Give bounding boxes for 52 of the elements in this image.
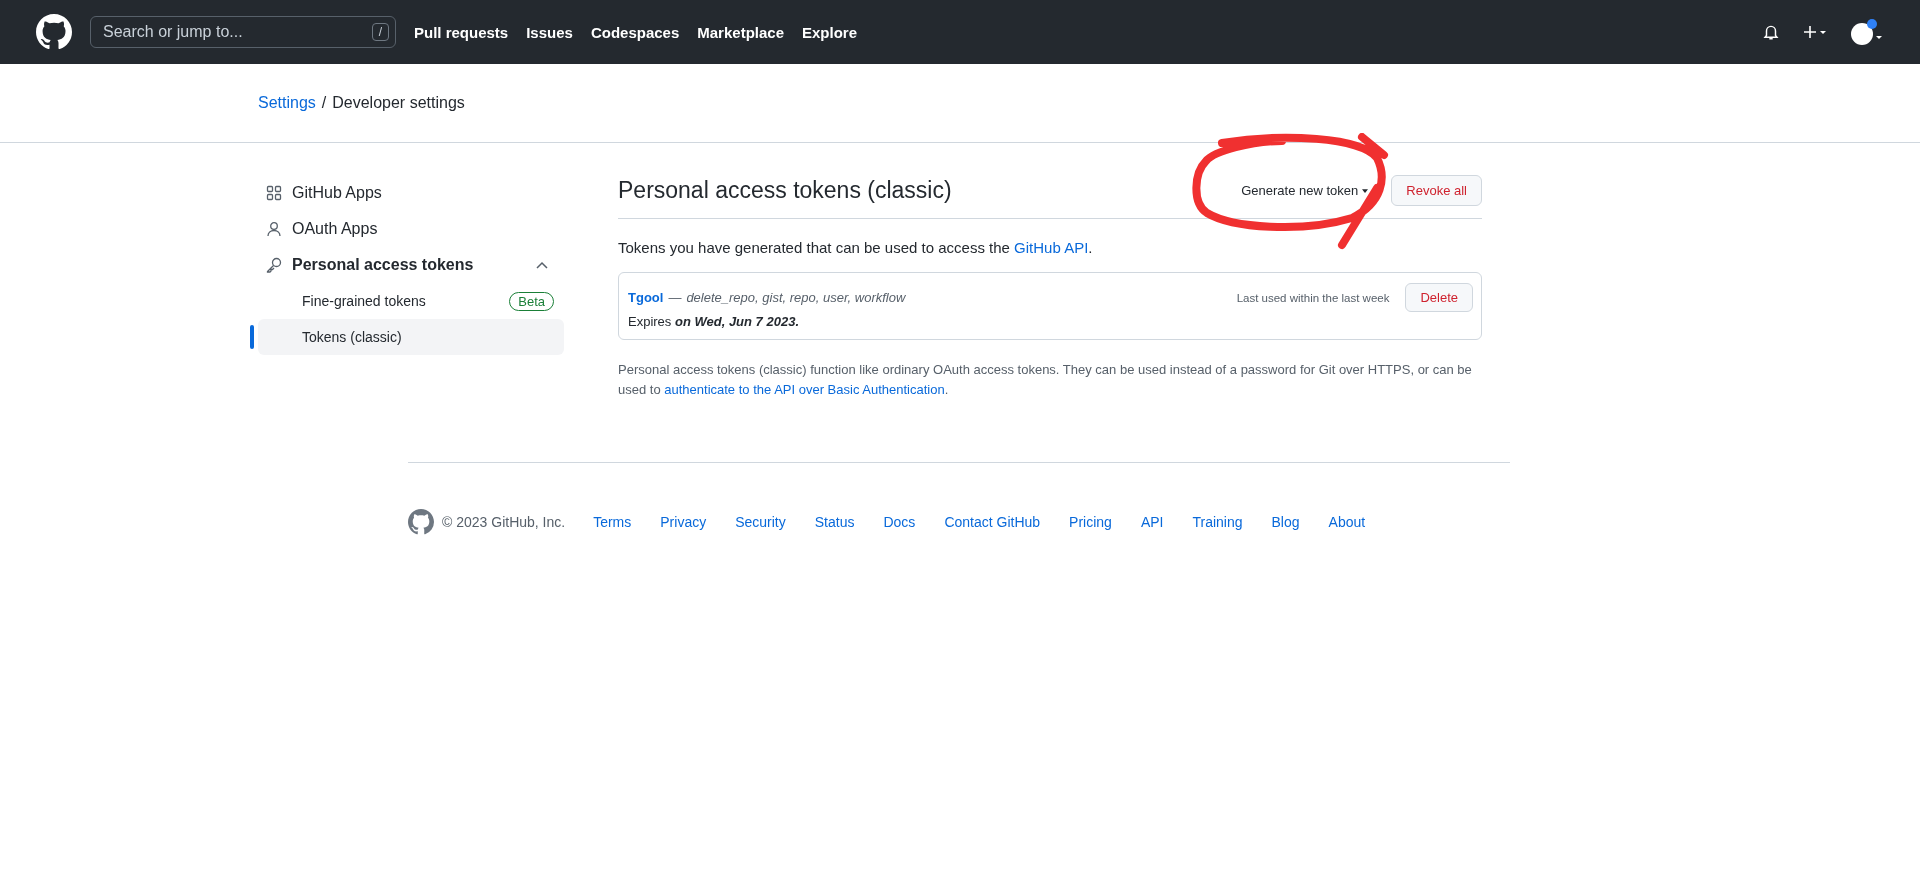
nav-link[interactable]: Explore [802,23,858,41]
nav-link[interactable]: Issues [526,23,573,41]
breadcrumb-current: Developer settings [332,94,465,112]
intro-text: Tokens you have generated that can be used to access the GitHub API. [618,239,1094,256]
footer-link[interactable]: About [1328,514,1366,531]
footer-link[interactable]: API [1140,514,1164,531]
breadcrumb-separator: / [321,94,327,112]
footer-link[interactable]: Contact GitHub [944,514,1041,531]
avatar-icon[interactable] [1850,18,1884,46]
footer-link[interactable]: Training [1192,514,1243,531]
key-icon [266,257,282,273]
footer-link[interactable]: Docs [883,514,916,531]
info-text: Personal access tokens (classic) function like ordinary OAuth access tokens. They can be used instead of a password for Git over HTTPS, or can be used to authenticate to the API over Basic Authentication. [618,361,1473,400]
expiry-text: Expires on Wed, Jun 7 2023. [628,314,800,329]
last-used-text: Last used within the last week [1236,291,1390,304]
nav-link[interactable]: Pull requests [414,23,509,41]
bell-icon[interactable] [1762,23,1780,41]
github-logo-icon[interactable] [36,14,72,50]
footer-link[interactable]: Privacy [660,514,707,531]
copyright-text: © 2023 GitHub, Inc. [442,514,566,531]
footer-link[interactable]: Status [814,514,855,531]
grid-icon [266,185,282,201]
shortcut-key: / [371,23,389,41]
token-scopes: delete_repo, gist, repo, user, workflow [686,290,906,305]
sidebar-subitem[interactable]: Fine-grained tokens Beta [258,283,564,319]
sidebar-label: Tokens (classic) [302,329,402,345]
sidebar-label: Personal access tokens [292,256,474,274]
sidebar-item[interactable]: OAuth Apps [250,211,564,247]
breadcrumb-link[interactable]: Settings [258,94,316,112]
sidebar-label: GitHub Apps [292,184,382,202]
nav-link[interactable]: Codespaces [590,23,680,41]
page-title: Personal access tokens (classic) [618,177,952,204]
revoke-all-button[interactable]: Revoke all [1391,175,1482,206]
person-icon [266,221,282,237]
github-api-link[interactable]: GitHub API [1014,239,1089,256]
basic-auth-link[interactable]: authenticate to the API over Basic Authentication [664,382,945,398]
token-name-link[interactable]: Tgool [628,290,664,305]
nav-link[interactable]: Marketplace [697,23,784,41]
sidebar-label: Fine-grained tokens [302,293,426,309]
footer-link[interactable]: Terms [593,514,632,531]
sidebar-label: OAuth Apps [292,220,378,238]
sidebar-item[interactable]: Personal access tokens [250,247,564,283]
selection-indicator [250,325,254,349]
chevron-up-icon[interactable] [536,261,548,269]
footer-link[interactable]: Security [735,514,786,531]
sidebar-item[interactable]: GitHub Apps [250,175,564,211]
caret-icon [1362,188,1369,193]
create-menu-icon[interactable] [1802,24,1828,40]
footer-link[interactable]: Blog [1271,514,1300,531]
token-separator: — [668,290,682,305]
footer-link[interactable]: Pricing [1069,514,1112,531]
delete-button[interactable]: Delete [1405,283,1473,312]
